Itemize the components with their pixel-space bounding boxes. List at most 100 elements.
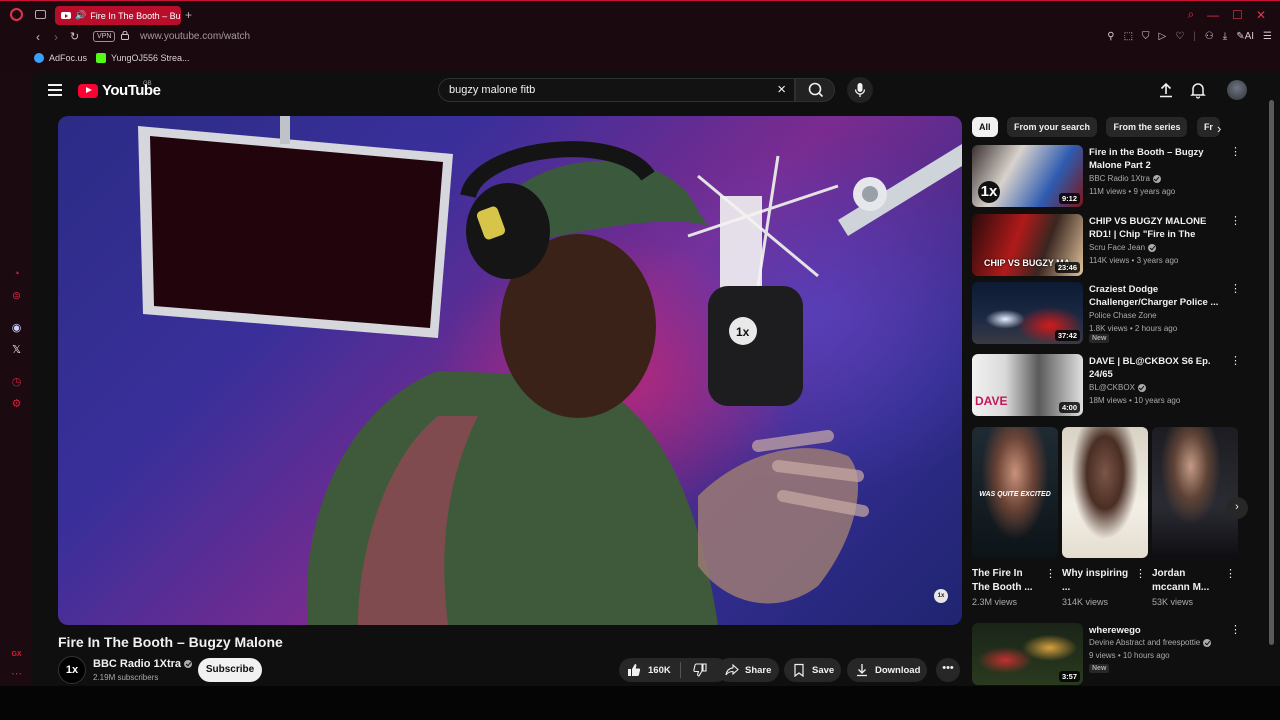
rec-channel-row[interactable]: BBC Radio 1Xtra — [1089, 174, 1161, 183]
related-filter-chips: All From your search From the series Fr — [972, 117, 1234, 137]
snapshot-icon[interactable]: ⬚ — [1124, 31, 1133, 42]
shield-icon[interactable]: ⛉ — [1142, 31, 1150, 42]
kebab-menu-icon[interactable]: ⋮ — [1225, 569, 1236, 580]
kebab-menu-icon[interactable]: ⋮ — [1230, 147, 1241, 158]
short-item[interactable]: Why inspiring ... 314K views ⋮ — [1062, 427, 1148, 607]
history-icon[interactable]: ◷ — [10, 376, 23, 389]
rec-channel-row[interactable]: Scru Face Jean — [1089, 243, 1157, 252]
video-thumbnail[interactable]: 3:57 — [972, 623, 1083, 685]
rec-channel-row[interactable]: Devine Abstract and freespottie — [1089, 638, 1212, 647]
account-avatar[interactable] — [1227, 80, 1247, 100]
chevron-right-icon[interactable]: › — [1217, 121, 1221, 136]
rec-title[interactable]: wherewego — [1089, 624, 1221, 637]
x-twitter-icon[interactable]: 𝕏 — [10, 344, 23, 357]
rec-title[interactable]: Fire in the Booth – Bugzy Malone Part 2 — [1089, 146, 1221, 172]
rec-channel[interactable]: Police Chase Zone — [1089, 311, 1157, 320]
save-button[interactable]: Save — [784, 658, 841, 682]
heart-icon[interactable]: ♡ — [1175, 31, 1184, 42]
kebab-menu-icon[interactable]: ⋮ — [1230, 216, 1241, 227]
page-scrollbar[interactable] — [1269, 82, 1274, 682]
kebab-menu-icon[interactable]: ⋮ — [1045, 569, 1056, 580]
crypto-wallet-icon[interactable]: ⊜ — [10, 290, 23, 303]
kebab-menu-icon[interactable]: ⋮ — [1230, 284, 1241, 295]
channel-avatar[interactable]: 1x — [58, 656, 86, 684]
list-item[interactable]: 1x 9:12 Fire in the Booth – Bugzy Malone… — [972, 145, 1242, 209]
settings-gear-icon[interactable]: ⚙ — [10, 398, 23, 411]
short-thumbnail[interactable] — [1062, 427, 1148, 558]
list-item[interactable]: 3:57 wherewego Devine Abstract and frees… — [972, 623, 1242, 686]
rec-title[interactable]: DAVE | BL@CKBOX S6 Ep. 24/65 — [1089, 355, 1221, 381]
channel-name-link[interactable]: BBC Radio 1Xtra — [93, 658, 193, 670]
new-tab-button[interactable]: + — [185, 8, 192, 22]
video-thumbnail[interactable]: DAVE 4:00 — [972, 354, 1083, 416]
short-title[interactable]: Jordan mccann M... — [1152, 567, 1222, 595]
easy-setup-icon[interactable]: ☰ — [1263, 31, 1272, 42]
upload-icon[interactable] — [1157, 81, 1175, 99]
menu-icon[interactable] — [48, 84, 62, 96]
short-thumbnail[interactable] — [1152, 427, 1238, 558]
aria-icon[interactable]: ◔ — [10, 268, 23, 281]
video-player[interactable]: 1x 1x — [58, 116, 962, 625]
vpn-badge[interactable]: VPN — [93, 31, 116, 42]
speaker-icon[interactable]: 🔊 — [75, 10, 86, 21]
short-item[interactable]: WAS QUITE EXCITED The Fire In The Booth … — [972, 427, 1058, 607]
chip-from-the-series[interactable]: From the series — [1106, 117, 1188, 137]
youtube-page: YouTube GB bugzy malone fitb × 1x 1x Fir… — [32, 72, 1280, 686]
voice-search-button[interactable] — [847, 77, 873, 103]
short-item[interactable]: Jordan mccann M... 53K views ⋮ — [1152, 427, 1238, 607]
download-icon[interactable]: ⤓ — [1223, 31, 1227, 42]
chip-from-your-search[interactable]: From your search — [1006, 117, 1097, 137]
search-input[interactable]: bugzy malone fitb × — [438, 78, 795, 102]
discord-icon[interactable]: ◉ — [10, 322, 23, 335]
subscribe-button[interactable]: Subscribe — [198, 658, 262, 682]
tab-manager-icon[interactable] — [35, 10, 46, 19]
download-button[interactable]: Download — [847, 658, 927, 682]
search-button[interactable] — [795, 78, 835, 102]
bookmark-adfocus[interactable]: AdFoc.us — [34, 53, 87, 63]
notifications-bell-icon[interactable] — [1189, 81, 1207, 99]
gx-logo-icon[interactable]: GX — [10, 648, 23, 661]
play-icon[interactable]: ▷ — [1159, 31, 1167, 42]
video-thumbnail[interactable]: CHIP VS BUGZY MA 23:46 — [972, 214, 1083, 276]
video-thumbnail[interactable]: 37:42 — [972, 282, 1083, 344]
kebab-menu-icon[interactable]: ⋮ — [1230, 625, 1241, 636]
bookmark-kick[interactable]: YungOJ556 Strea... — [96, 53, 190, 63]
bookmark-page-icon[interactable]: ⚲ — [1107, 31, 1114, 42]
kebab-menu-icon[interactable]: ⋮ — [1135, 569, 1146, 580]
lock-icon[interactable] — [121, 31, 129, 40]
share-button[interactable]: Share — [717, 658, 779, 682]
short-thumbnail[interactable]: WAS QUITE EXCITED — [972, 427, 1058, 558]
url-field[interactable]: www.youtube.com/watch — [140, 31, 250, 42]
dislike-button[interactable] — [681, 663, 707, 677]
list-item[interactable]: 37:42 Craziest Dodge Challenger/Charger … — [972, 282, 1242, 346]
kebab-menu-icon[interactable]: ⋮ — [1230, 356, 1241, 367]
browser-tab-active[interactable]: 🔊 Fire In The Booth – Bugzy Malone — [55, 6, 181, 25]
shorts-next-button[interactable]: › — [1226, 497, 1248, 519]
search-tabs-icon[interactable]: ⌕ — [1187, 7, 1194, 22]
forward-icon[interactable]: › — [54, 30, 58, 44]
chip-all[interactable]: All — [972, 117, 998, 137]
aria-ai-button[interactable]: ✎AI — [1236, 31, 1254, 42]
scrollbar-thumb[interactable] — [1269, 100, 1274, 645]
rec-title[interactable]: CHIP VS BUGZY MALONE RD1! | Chip "Fire i… — [1089, 215, 1221, 241]
list-item[interactable]: CHIP VS BUGZY MA 23:46 CHIP VS BUGZY MAL… — [972, 214, 1242, 278]
reload-icon[interactable]: ↻ — [70, 30, 79, 43]
maximize-icon[interactable]: ☐ — [1232, 8, 1243, 22]
rec-channel-row[interactable]: BL@CKBOX — [1089, 383, 1146, 392]
opera-logo-icon[interactable] — [10, 8, 23, 21]
more-actions-button[interactable]: ••• — [936, 658, 960, 682]
close-window-icon[interactable]: ✕ — [1256, 8, 1266, 22]
short-caption: WAS QUITE EXCITED — [979, 491, 1051, 498]
back-icon[interactable]: ‹ — [36, 30, 40, 44]
minimize-icon[interactable]: — — [1207, 8, 1219, 22]
list-item[interactable]: DAVE 4:00 DAVE | BL@CKBOX S6 Ep. 24/65 B… — [972, 354, 1242, 418]
profile-icon[interactable]: ⚇ — [1205, 31, 1214, 42]
video-thumbnail[interactable]: 1x 9:12 — [972, 145, 1083, 207]
short-title[interactable]: The Fire In The Booth ... — [972, 567, 1042, 595]
channel-watermark[interactable]: 1x — [934, 589, 948, 603]
sidebar-more-icon[interactable]: ⋯ — [10, 668, 23, 681]
like-button[interactable]: 160K — [619, 662, 681, 678]
clear-search-icon[interactable]: × — [777, 81, 786, 98]
rec-title[interactable]: Craziest Dodge Challenger/Charger Police… — [1089, 283, 1221, 309]
short-title[interactable]: Why inspiring ... — [1062, 567, 1132, 595]
